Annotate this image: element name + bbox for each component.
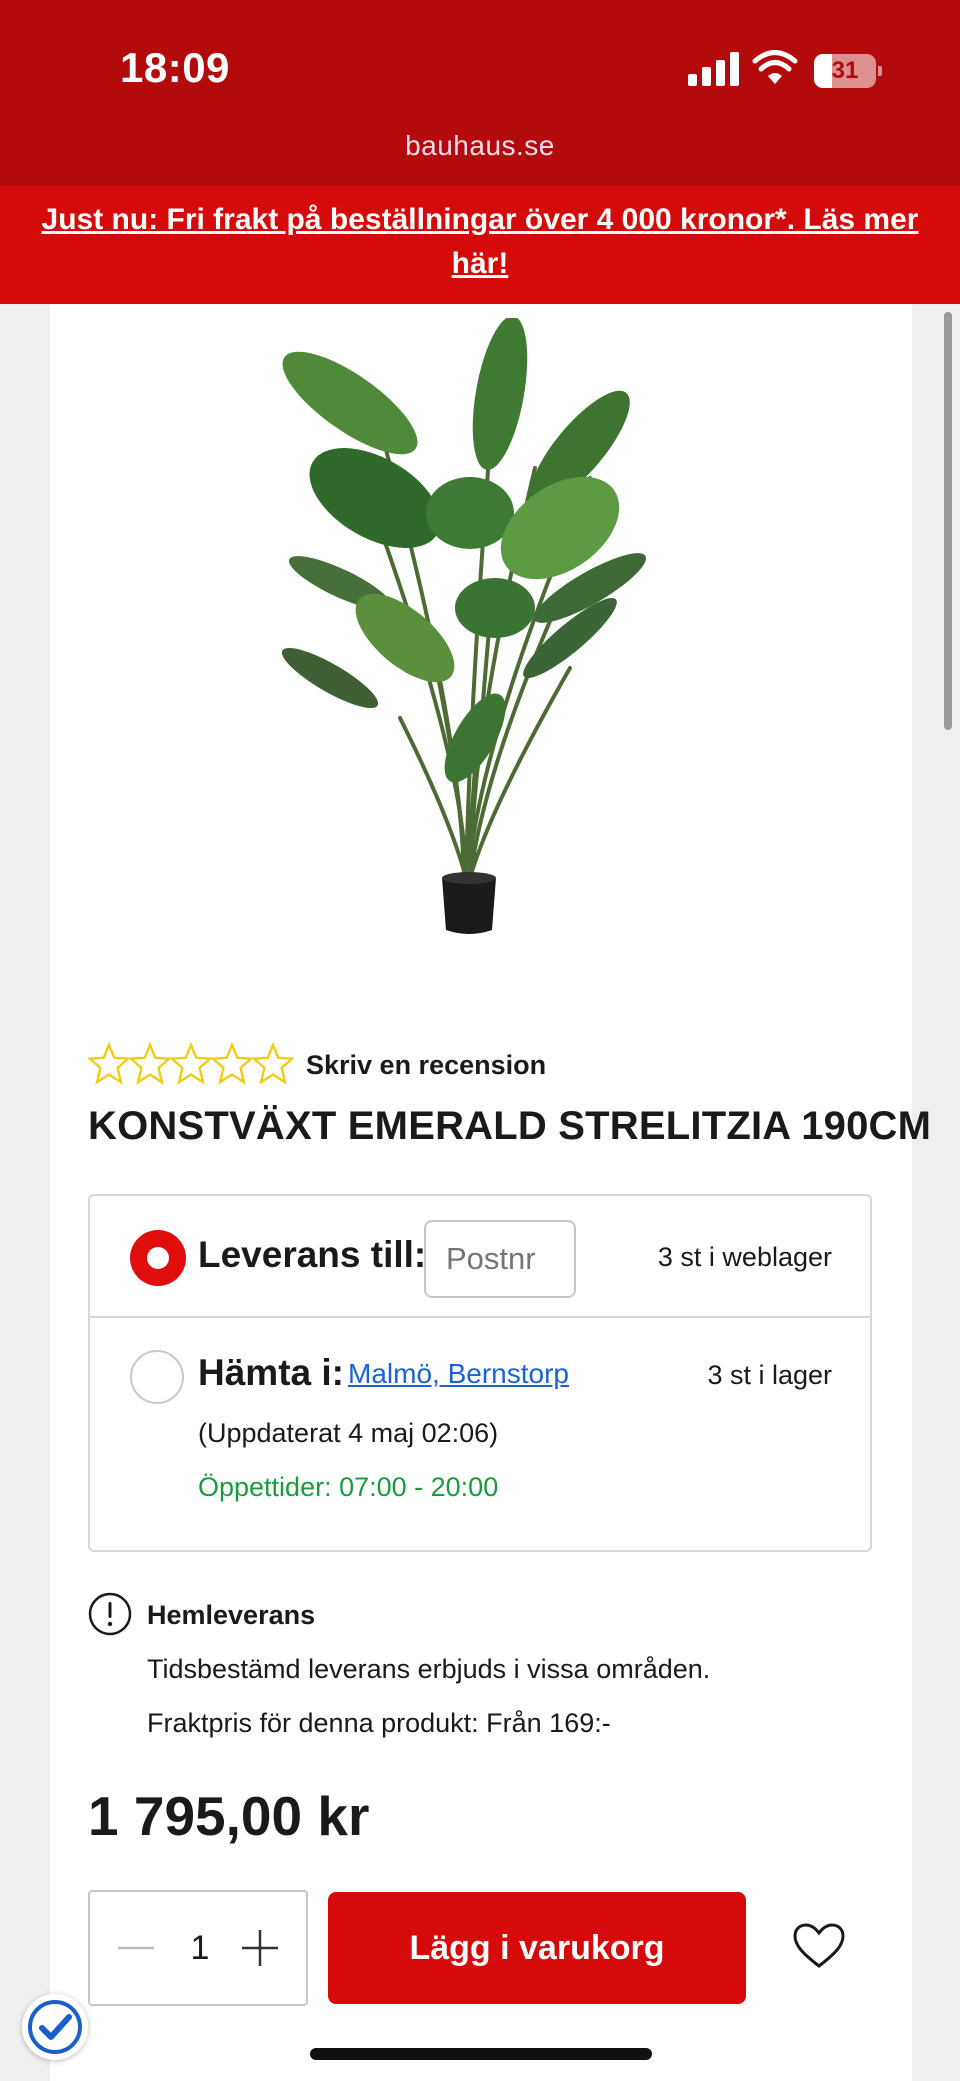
trust-badge-icon[interactable] xyxy=(22,1994,88,2060)
write-review-link[interactable]: Skriv en recension xyxy=(306,1050,546,1081)
add-to-cart-button[interactable]: Lägg i varukorg xyxy=(328,1892,746,2004)
postcode-input[interactable] xyxy=(424,1220,576,1298)
plus-icon[interactable] xyxy=(232,1920,288,1976)
free-shipping-banner[interactable]: Just nu: Fri frakt på beställningar över… xyxy=(0,186,960,304)
quantity-value[interactable]: 1 xyxy=(170,1892,230,2004)
delivery-options: Leverans till: 3 st i weblager Hämta i: … xyxy=(88,1194,872,1552)
product-price: 1 795,00 kr xyxy=(88,1785,370,1847)
status-bar: 18:09 31 bauhaus.se xyxy=(0,0,960,186)
web-stock: 3 st i weblager xyxy=(657,1242,832,1272)
quantity-stepper: 1 xyxy=(88,1890,308,2006)
wifi-icon xyxy=(752,50,798,84)
minus-icon[interactable] xyxy=(108,1920,164,1976)
status-time: 18:09 xyxy=(120,44,230,91)
shipping-price: Fraktpris för denna produkt: Från 169:- xyxy=(147,1708,611,1738)
store-stock: 3 st i lager xyxy=(707,1360,832,1390)
scrollbar[interactable] xyxy=(944,312,952,730)
info-icon xyxy=(88,1592,132,1636)
star-icon xyxy=(129,1042,171,1085)
rating-stars[interactable] xyxy=(88,1042,294,1088)
star-icon xyxy=(252,1042,294,1085)
delivery-label: Leverans till: xyxy=(198,1234,427,1275)
divider xyxy=(90,1316,870,1318)
store-link[interactable]: Malmö, Bernstorp xyxy=(348,1358,569,1390)
star-icon xyxy=(211,1042,253,1085)
home-indicator[interactable] xyxy=(310,2048,652,2060)
home-delivery-title: Hemleverans xyxy=(147,1600,316,1630)
stock-updated: (Uppdaterat 4 maj 02:06) xyxy=(198,1418,499,1448)
battery-level: 31 xyxy=(831,57,859,84)
heart-icon[interactable] xyxy=(792,1922,846,1970)
browser-url[interactable]: bauhaus.se xyxy=(0,130,960,162)
star-icon xyxy=(88,1042,130,1085)
product-image[interactable] xyxy=(270,318,670,938)
star-icon xyxy=(170,1042,212,1085)
product-title: KONSTVÄXT EMERALD STRELITZIA 190CM xyxy=(88,1104,932,1148)
pickup-radio[interactable] xyxy=(130,1350,184,1404)
home-delivery-note: Tidsbestämd leverans erbjuds i vissa omr… xyxy=(147,1654,711,1684)
opening-hours: Öppettider: 07:00 - 20:00 xyxy=(198,1472,499,1502)
pickup-label: Hämta i: xyxy=(198,1352,344,1393)
delivery-radio[interactable] xyxy=(130,1230,186,1286)
battery-icon: 31 xyxy=(814,54,882,88)
signal-icon xyxy=(688,52,739,86)
